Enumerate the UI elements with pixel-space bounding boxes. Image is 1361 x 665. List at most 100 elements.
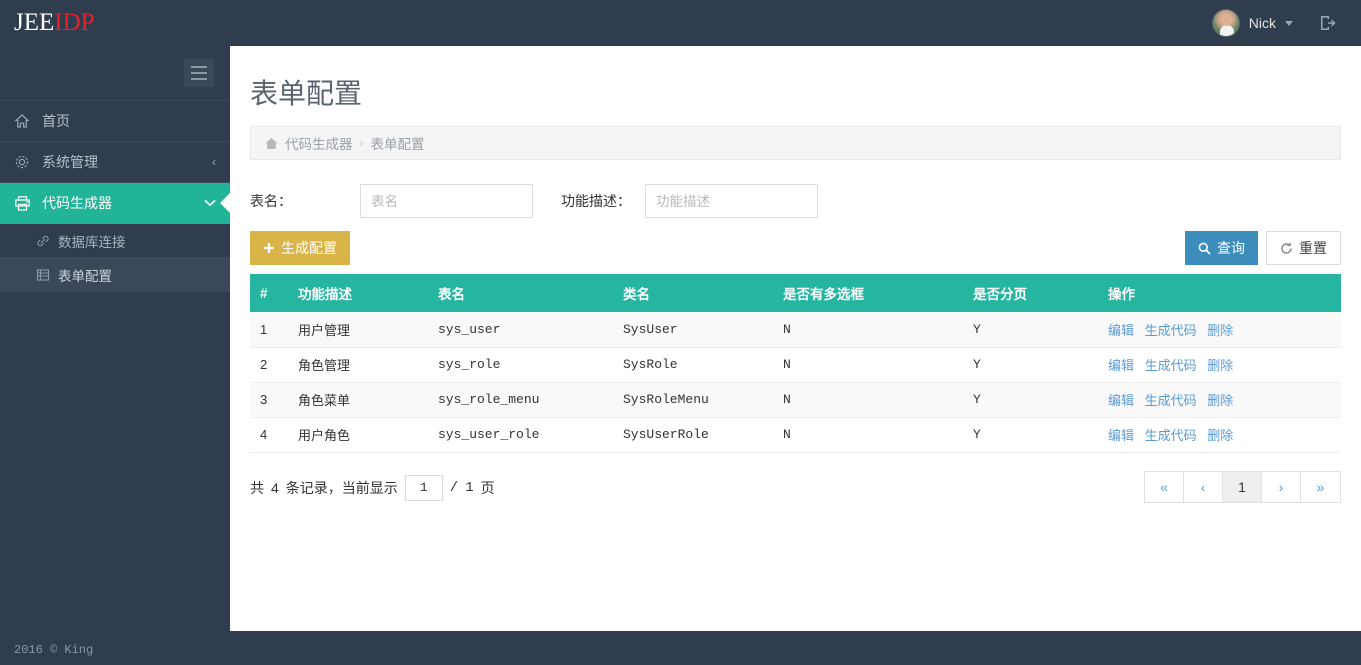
sidebar-item-label: 首页 — [42, 113, 70, 129]
table-icon — [36, 268, 58, 282]
delete-link[interactable]: 删除 — [1207, 393, 1233, 408]
breadcrumb: 代码生成器 › 表单配置 — [250, 126, 1341, 160]
action-row: 生成配置 查询 重置 — [250, 218, 1341, 266]
generate-code-link[interactable]: 生成代码 — [1145, 358, 1197, 373]
table-header-row: # 功能描述 表名 类名 是否有多选框 是否分页 操作 — [250, 274, 1341, 312]
generate-code-link[interactable]: 生成代码 — [1145, 428, 1197, 443]
delete-link[interactable]: 删除 — [1207, 428, 1233, 443]
cell-table: sys_role — [428, 347, 613, 383]
generate-code-link[interactable]: 生成代码 — [1145, 393, 1197, 408]
page-title: 表单配置 — [250, 79, 363, 110]
cell-actions: 编辑 生成代码 删除 — [1098, 312, 1341, 348]
delete-link[interactable]: 删除 — [1207, 358, 1233, 373]
cell-multi: N — [773, 382, 963, 418]
reset-button-label: 重置 — [1299, 240, 1327, 256]
chevron-down-icon — [1285, 20, 1293, 26]
cell-desc: 角色管理 — [288, 347, 428, 383]
cell-class: SysRoleMenu — [613, 382, 773, 418]
column-header-actions: 操作 — [1098, 274, 1341, 312]
logout-button[interactable] — [1309, 13, 1345, 33]
delete-link[interactable]: 删除 — [1207, 323, 1233, 338]
sidebar-item-home[interactable]: 首页 — [0, 101, 230, 142]
breadcrumb-parent-link[interactable]: 代码生成器 — [285, 133, 353, 153]
cell-multi: N — [773, 347, 963, 383]
cell-actions: 编辑 生成代码 删除 — [1098, 382, 1341, 418]
pagination-buttons: « ‹ 1 › » — [1144, 470, 1341, 503]
filter-row: 表名： 功能描述： — [250, 160, 1341, 218]
chevron-down-icon — [204, 199, 216, 207]
search-button[interactable]: 查询 — [1185, 231, 1258, 265]
table-row: 2 角色管理 sys_role SysRole N Y 编辑 生成代码 删除 — [250, 347, 1341, 383]
cell-paged: Y — [963, 312, 1098, 348]
hamburger-icon[interactable] — [184, 59, 214, 87]
search-reset-group: 查询 重置 — [1185, 231, 1341, 265]
table-name-input[interactable] — [360, 184, 533, 218]
cell-desc: 角色菜单 — [288, 382, 428, 418]
cell-num: 3 — [250, 382, 288, 418]
logo-text-secondary: IDP — [54, 9, 95, 36]
user-avatar — [1211, 9, 1240, 37]
generate-code-link[interactable]: 生成代码 — [1145, 323, 1197, 338]
cell-class: SysUserRole — [613, 417, 773, 453]
column-header-multi: 是否有多选框 — [773, 274, 963, 312]
top-bar: JEEIDP Nick — [0, 0, 1361, 46]
table-body: 1 用户管理 sys_user SysUser N Y 编辑 生成代码 删除 2… — [250, 312, 1341, 453]
edit-link[interactable]: 编辑 — [1108, 323, 1134, 338]
sidebar-item-db-connection[interactable]: 数据库连接 — [0, 224, 230, 258]
sidebar-item-system[interactable]: 系统管理 ‹ — [0, 142, 230, 183]
chevron-left-icon: ‹ — [212, 155, 216, 169]
edit-link[interactable]: 编辑 — [1108, 393, 1134, 408]
cell-num: 2 — [250, 347, 288, 383]
refresh-icon — [1280, 242, 1293, 255]
user-menu[interactable]: Nick — [1202, 0, 1309, 46]
column-header-paged: 是否分页 — [963, 274, 1098, 312]
table-name-label: 表名： — [250, 193, 292, 209]
cell-paged: Y — [963, 347, 1098, 383]
top-bar-right: Nick — [1202, 0, 1361, 46]
sidebar-subitem-label: 数据库连接 — [58, 234, 126, 250]
func-desc-input[interactable] — [645, 184, 818, 218]
app-logo[interactable]: JEEIDP — [0, 9, 230, 37]
table-row: 4 用户角色 sys_user_role SysUserRole N Y 编辑 … — [250, 417, 1341, 453]
sidebar-item-code-generator[interactable]: 代码生成器 — [0, 183, 230, 224]
cell-table: sys_role_menu — [428, 382, 613, 418]
func-desc-label: 功能描述： — [561, 193, 631, 209]
pagination-first-button[interactable]: « — [1145, 471, 1184, 502]
pagination-prev-button[interactable]: ‹ — [1184, 471, 1223, 502]
cell-multi: N — [773, 312, 963, 348]
generate-config-button[interactable]: 生成配置 — [250, 231, 350, 265]
table-row: 1 用户管理 sys_user SysUser N Y 编辑 生成代码 删除 — [250, 312, 1341, 348]
generate-config-label: 生成配置 — [281, 240, 337, 256]
pagination-slash: / — [449, 479, 459, 496]
home-icon — [265, 137, 278, 150]
search-button-label: 查询 — [1217, 240, 1245, 256]
user-name-label: Nick — [1248, 15, 1276, 31]
table-header: # 功能描述 表名 类名 是否有多选框 是否分页 操作 — [250, 274, 1341, 312]
sidebar-item-form-config[interactable]: 表单配置 — [0, 258, 230, 292]
column-header-table: 表名 — [428, 274, 613, 312]
breadcrumb-current: 表单配置 — [370, 137, 425, 152]
cell-class: SysUser — [613, 312, 773, 348]
edit-link[interactable]: 编辑 — [1108, 358, 1134, 373]
edit-link[interactable]: 编辑 — [1108, 428, 1134, 443]
pagination-total-records: 4 — [271, 479, 279, 496]
pagination-last-button[interactable]: » — [1301, 471, 1340, 502]
cell-class: SysRole — [613, 347, 773, 383]
cell-num: 4 — [250, 417, 288, 453]
cell-actions: 编辑 生成代码 删除 — [1098, 417, 1341, 453]
page-number-input[interactable] — [404, 474, 443, 501]
cell-num: 1 — [250, 312, 288, 348]
cell-multi: N — [773, 417, 963, 453]
pagination-info: 共 4 条记录，当前显示 / 1 页 — [250, 474, 495, 501]
pagination-page-1-button[interactable]: 1 — [1223, 471, 1262, 502]
table-row: 3 角色菜单 sys_role_menu SysRoleMenu N Y 编辑 … — [250, 382, 1341, 418]
cell-table: sys_user — [428, 312, 613, 348]
plus-icon — [263, 242, 275, 254]
reset-button[interactable]: 重置 — [1266, 231, 1341, 265]
pagination-suffix: 页 — [480, 479, 495, 496]
home-icon — [14, 113, 38, 129]
logout-icon — [1321, 16, 1336, 30]
sidebar: 首页 系统管理 ‹ 代码生成器 数据库连接 表单配置 2016 © King — [0, 46, 230, 665]
search-icon — [1198, 242, 1211, 255]
pagination-next-button[interactable]: › — [1262, 471, 1301, 502]
